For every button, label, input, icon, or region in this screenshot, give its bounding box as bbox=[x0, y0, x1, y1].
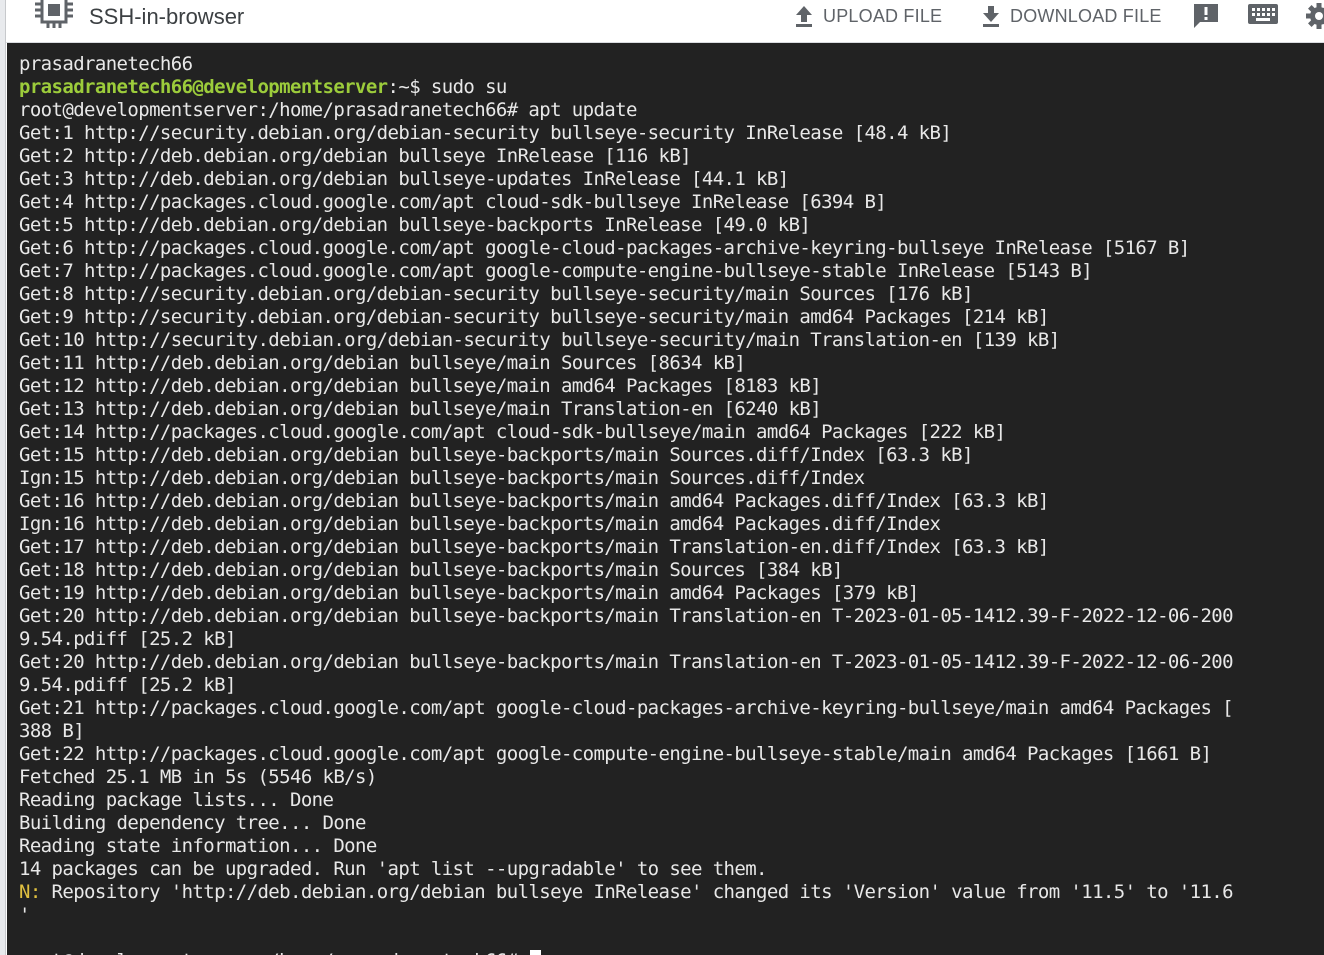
prompt-command: sudo su bbox=[430, 76, 507, 98]
terminal-line: prasadranetech66 bbox=[19, 53, 1233, 76]
terminal-text: Get:22 http://packages.cloud.google.com/… bbox=[19, 743, 1212, 765]
keyboard-icon[interactable] bbox=[1247, 2, 1279, 28]
terminal-line: Get:5 http://deb.debian.org/debian bulls… bbox=[19, 214, 1233, 237]
terminal-text: 388 B] bbox=[19, 720, 85, 742]
upload-icon bbox=[796, 6, 812, 27]
terminal-line: Get:17 http://deb.debian.org/debian bull… bbox=[19, 536, 1233, 559]
terminal-line: Get:4 http://packages.cloud.google.com/a… bbox=[19, 191, 1233, 214]
terminal-text: Reading state information... Done bbox=[19, 835, 377, 857]
upload-file-label: UPLOAD FILE bbox=[823, 5, 943, 26]
terminal-text: Reading package lists... Done bbox=[19, 789, 334, 811]
terminal-text: Get:2 http://deb.debian.org/debian bulls… bbox=[19, 145, 692, 167]
terminal-text: Get:9 http://security.debian.org/debian-… bbox=[19, 306, 1049, 328]
prompt-user-host: prasadranetech66@developmentserver bbox=[19, 76, 388, 98]
terminal-line: Get:20 http://deb.debian.org/debian bull… bbox=[19, 651, 1234, 674]
terminal-text: Get:11 http://deb.debian.org/debian bull… bbox=[19, 352, 746, 374]
note-text: Repository 'http://deb.debian.org/debian… bbox=[40, 881, 1234, 903]
terminal-line: Get:19 http://deb.debian.org/debian bull… bbox=[19, 582, 1233, 605]
terminal-text: Get:14 http://packages.cloud.google.com/… bbox=[19, 421, 1006, 443]
terminal-line: Get:7 http://packages.cloud.google.com/a… bbox=[19, 260, 1233, 283]
terminal-line: Get:11 http://deb.debian.org/debian bull… bbox=[19, 352, 1233, 375]
download-file-label: DOWNLOAD FILE bbox=[1010, 5, 1162, 26]
download-icon bbox=[983, 6, 999, 27]
app-title: SSH-in-browser bbox=[89, 4, 245, 29]
terminal-line: Get:6 http://packages.cloud.google.com/a… bbox=[19, 237, 1233, 260]
terminal-text: Get:21 http://packages.cloud.google.com/… bbox=[19, 697, 1234, 719]
terminal-text: Get:4 http://packages.cloud.google.com/a… bbox=[19, 191, 887, 213]
terminal-line: Get:8 http://security.debian.org/debian-… bbox=[19, 283, 1233, 306]
terminal-text: prasadranetech66 bbox=[19, 53, 193, 75]
terminal-text: Get:19 http://deb.debian.org/debian bull… bbox=[19, 582, 919, 604]
terminal-text: Building dependency tree... Done bbox=[19, 812, 366, 834]
terminal-line: root@developmentserver:/home/prasadranet… bbox=[19, 99, 1233, 122]
terminal-line: Get:3 http://deb.debian.org/debian bulls… bbox=[19, 168, 1233, 191]
terminal-line: Get:10 http://security.debian.org/debian… bbox=[19, 329, 1233, 352]
terminal-text: 14 packages can be upgraded. Run 'apt li… bbox=[19, 858, 767, 880]
terminal-line: Get:15 http://deb.debian.org/debian bull… bbox=[19, 444, 1233, 467]
terminal-line: Fetched 25.1 MB in 5s (5546 kB/s) bbox=[19, 766, 1233, 789]
terminal-line: Ign:15 http://deb.debian.org/debian bull… bbox=[19, 467, 1233, 490]
chip-icon bbox=[35, 0, 73, 28]
terminal-line: root@developmentserver:/home/prasadranet… bbox=[19, 950, 1233, 955]
terminal-line: Get:2 http://deb.debian.org/debian bulls… bbox=[19, 145, 1233, 168]
terminal-line: Ign:16 http://deb.debian.org/debian bull… bbox=[19, 513, 1233, 536]
left-edge-strip bbox=[0, 0, 6, 955]
terminal-text: Get:16 http://deb.debian.org/debian bull… bbox=[19, 490, 1049, 512]
terminal-text: ' bbox=[19, 904, 30, 926]
terminal-line: 9.54.pdiff [25.2 kB] bbox=[19, 628, 1233, 651]
terminal-line: Get:18 http://deb.debian.org/debian bull… bbox=[19, 559, 1233, 582]
terminal-text: Get:6 http://packages.cloud.google.com/a… bbox=[19, 237, 1190, 259]
terminal-line: N: Repository 'http://deb.debian.org/deb… bbox=[19, 881, 1234, 904]
gear-icon[interactable] bbox=[1305, 2, 1324, 30]
terminal-text: Get:18 http://deb.debian.org/debian bull… bbox=[19, 559, 843, 581]
terminal-line: 14 packages can be upgraded. Run 'apt li… bbox=[19, 858, 1233, 881]
terminal-line: Get:22 http://packages.cloud.google.com/… bbox=[19, 743, 1233, 766]
terminal-text: Get:8 http://security.debian.org/debian-… bbox=[19, 283, 973, 305]
terminal-text: Get:12 http://deb.debian.org/debian bull… bbox=[19, 375, 822, 397]
terminal-text: 9.54.pdiff [25.2 kB] bbox=[19, 674, 236, 696]
terminal-line: prasadranetech66@developmentserver:~$ su… bbox=[19, 76, 1233, 99]
terminal-line: Get:16 http://deb.debian.org/debian bull… bbox=[19, 490, 1233, 513]
terminal-line: Get:13 http://deb.debian.org/debian bull… bbox=[19, 398, 1233, 421]
terminal-line: Get:21 http://packages.cloud.google.com/… bbox=[19, 697, 1234, 720]
terminal-text: Get:7 http://packages.cloud.google.com/a… bbox=[19, 260, 1093, 282]
terminal-text: Get:5 http://deb.debian.org/debian bulls… bbox=[19, 214, 811, 236]
terminal-text: Get:20 http://deb.debian.org/debian bull… bbox=[19, 651, 1234, 673]
terminal-text: Get:20 http://deb.debian.org/debian bull… bbox=[19, 605, 1234, 627]
current-prompt: root@developmentserver:/home/prasadranet… bbox=[19, 950, 528, 955]
terminal-text: Ign:15 http://deb.debian.org/debian bull… bbox=[19, 467, 865, 489]
terminal-line: Reading package lists... Done bbox=[19, 789, 1233, 812]
terminal-text: Get:13 http://deb.debian.org/debian bull… bbox=[19, 398, 822, 420]
terminal-text: Get:10 http://security.debian.org/debian… bbox=[19, 329, 1060, 351]
terminal-line: Get:9 http://security.debian.org/debian-… bbox=[19, 306, 1233, 329]
terminal-line: Get:20 http://deb.debian.org/debian bull… bbox=[19, 605, 1234, 628]
terminal-text: 9.54.pdiff [25.2 kB] bbox=[19, 628, 236, 650]
terminal-cursor bbox=[530, 950, 542, 955]
prompt-path: :~$ bbox=[387, 76, 431, 98]
top-toolbar: SSH-in-browser UPLOAD FILE DOWNLOAD FILE bbox=[0, 0, 1324, 43]
upload-file-button[interactable]: UPLOAD FILE bbox=[793, 2, 942, 30]
terminal-line: 388 B] bbox=[19, 720, 1233, 743]
terminal-text: Fetched 25.1 MB in 5s (5546 kB/s) bbox=[19, 766, 377, 788]
terminal-line: 9.54.pdiff [25.2 kB] bbox=[19, 674, 1233, 697]
terminal-text: Get:15 http://deb.debian.org/debian bull… bbox=[19, 444, 973, 466]
ssh-browser-window: SSH-in-browser UPLOAD FILE DOWNLOAD FILE bbox=[0, 0, 1324, 955]
terminal[interactable]: prasadranetech66 prasadranetech66@develop… bbox=[7, 43, 1324, 955]
terminal-line: Get:12 http://deb.debian.org/debian bull… bbox=[19, 375, 1233, 398]
note-tag: N: bbox=[19, 881, 41, 903]
terminal-line: Get:1 http://security.debian.org/debian-… bbox=[19, 122, 1233, 145]
terminal-line: Get:14 http://packages.cloud.google.com/… bbox=[19, 421, 1233, 444]
terminal-text: root@developmentserver:/home/prasadranet… bbox=[19, 99, 637, 121]
terminal-line: Building dependency tree... Done bbox=[19, 812, 1233, 835]
terminal-text: Ign:16 http://deb.debian.org/debian bull… bbox=[19, 513, 941, 535]
terminal-line: Reading state information... Done bbox=[19, 835, 1233, 858]
terminal-text: Get:3 http://deb.debian.org/debian bulls… bbox=[19, 168, 789, 190]
terminal-line: ' bbox=[19, 904, 1233, 927]
download-file-button[interactable]: DOWNLOAD FILE bbox=[980, 2, 1162, 30]
terminal-output: prasadranetech66 prasadranetech66@develop… bbox=[19, 53, 1234, 955]
terminal-text: Get:1 http://security.debian.org/debian-… bbox=[19, 122, 952, 144]
terminal-text: Get:17 http://deb.debian.org/debian bull… bbox=[19, 536, 1049, 558]
feedback-icon[interactable] bbox=[1192, 2, 1220, 30]
